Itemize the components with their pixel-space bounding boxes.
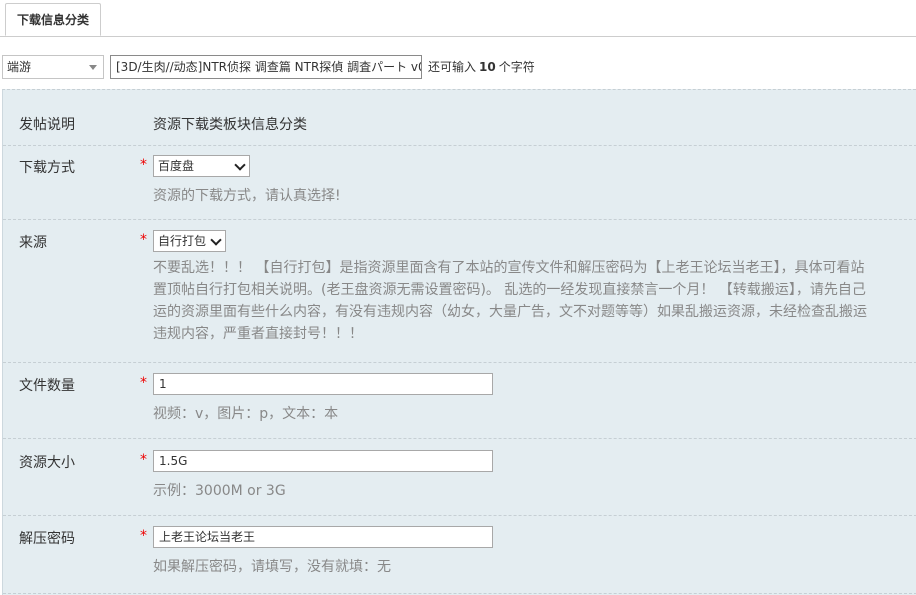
file-count-input[interactable]: 1 <box>153 373 493 395</box>
tab-download-info[interactable]: 下载信息分类 <box>5 3 101 36</box>
file-count-hint: 视频：v，图片：p，文本：本 <box>153 406 339 422</box>
row-size: 资源大小 * 1.5G 示例：3000M or 3G <box>3 438 916 516</box>
counter-number: 10 <box>479 60 496 74</box>
row-post-desc: 发帖说明 资源下载类板块信息分类 <box>3 90 916 146</box>
download-label: 下载方式 <box>19 160 75 176</box>
title-bar: 端游 [3D/生肉//动态]NTR侦探 调查篇 NTR探偵 調査パート v0 还… <box>2 55 916 81</box>
row-file-count: 文件数量 * 1 视频：v，图片：p，文本：本 <box>3 362 916 439</box>
row-password: 解压密码 * 上老王论坛当老王 如果解压密码，请填写，没有就填：无 <box>3 515 916 594</box>
required-mark: * <box>140 232 147 248</box>
char-counter: 还可输入 10 个字符 <box>428 55 535 79</box>
subject-input[interactable]: [3D/生肉//动态]NTR侦探 调查篇 NTR探偵 調査パート v0 <box>110 55 422 79</box>
post-desc-value: 资源下载类板块信息分类 <box>153 117 307 133</box>
size-input[interactable]: 1.5G <box>153 450 493 472</box>
password-input[interactable]: 上老王论坛当老王 <box>153 526 493 548</box>
download-hint: 资源的下载方式，请认真选择! <box>153 188 341 204</box>
source-select-value: 自行打包 <box>158 234 207 248</box>
source-select[interactable]: 自行打包 <box>153 230 226 252</box>
source-hint-line: 运的资源里面有些什么内容，有没有违规内容（幼女，大量广告，文不对题等等）如果乱搬… <box>153 304 867 320</box>
required-mark: * <box>140 528 147 544</box>
thread-type-select[interactable]: 端游 <box>2 55 104 79</box>
size-hint: 示例：3000M or 3G <box>153 483 286 499</box>
required-mark: * <box>140 452 147 468</box>
download-select[interactable]: 百度盘 <box>153 155 250 177</box>
post-desc-label: 发帖说明 <box>19 117 75 133</box>
tab-bar: 下载信息分类 <box>0 0 916 37</box>
chevron-down-icon <box>210 234 222 246</box>
thread-type-value: 端游 <box>7 60 32 74</box>
row-download: 下载方式 * 百度盘 资源的下载方式，请认真选择! <box>3 145 916 220</box>
required-mark: * <box>140 375 147 391</box>
source-hint-line: 违规内容，严重者直接封号！！！ <box>153 326 363 342</box>
chevron-down-icon <box>89 65 97 70</box>
source-label: 来源 <box>19 235 47 251</box>
source-hint-line: 不要乱选！！！ 【自行打包】是指资源里面含有了本站的宣传文件和解压密码为【上老王… <box>153 260 865 276</box>
size-label: 资源大小 <box>19 455 75 471</box>
chevron-down-icon <box>234 159 246 171</box>
required-mark: * <box>140 157 147 173</box>
counter-prefix: 还可输入 <box>428 60 477 74</box>
source-hint-line: 置顶帖自行打包相关说明。(老王盘资源无需设置密码)。 乱选的一经发现直接禁言一个… <box>153 282 866 298</box>
password-hint: 如果解压密码，请填写，没有就填：无 <box>153 559 391 575</box>
counter-suffix: 个字符 <box>498 60 535 74</box>
form-panel: 发帖说明 资源下载类板块信息分类 下载方式 * 百度盘 资源的下载方式，请认真选… <box>2 89 916 595</box>
row-source: 来源 * 自行打包 不要乱选！！！ 【自行打包】是指资源里面含有了本站的宣传文件… <box>3 219 916 363</box>
source-hint: 不要乱选！！！ 【自行打包】是指资源里面含有了本站的宣传文件和解压密码为【上老王… <box>153 257 916 345</box>
file-count-label: 文件数量 <box>19 378 75 394</box>
download-select-value: 百度盘 <box>158 159 195 173</box>
password-label: 解压密码 <box>19 531 75 547</box>
